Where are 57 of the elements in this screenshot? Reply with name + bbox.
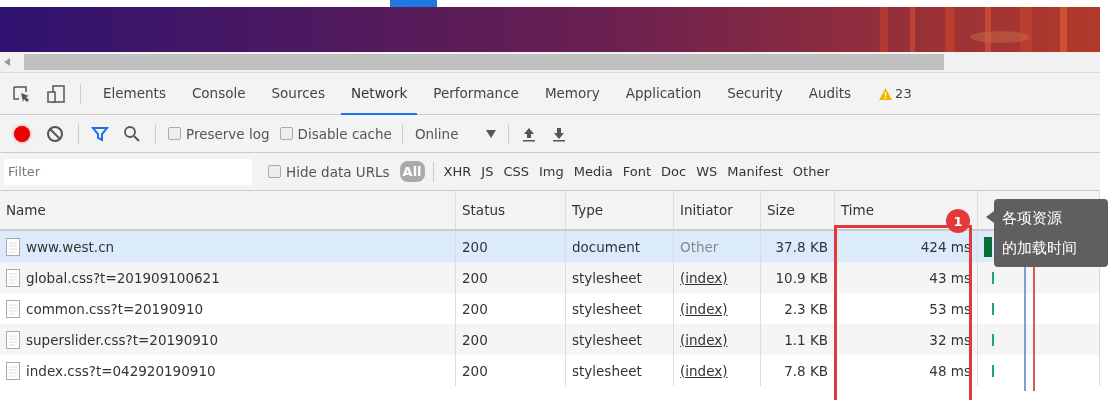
type-filter[interactable]: WS [692, 162, 722, 181]
status-code: 200 [462, 331, 488, 348]
type-filter[interactable]: XHR [439, 162, 476, 181]
devtools-tab[interactable]: Console [181, 72, 256, 115]
resource-size: 37.8 KB [775, 238, 828, 255]
status-code: 200 [462, 238, 488, 255]
devtools-tab[interactable]: Performance [423, 72, 529, 115]
request-name[interactable]: superslider.css?t=20190910 [26, 331, 218, 348]
initiator-link[interactable]: (index) [680, 331, 728, 348]
status-code: 200 [462, 269, 488, 286]
devtools-tab[interactable]: Application [615, 72, 712, 115]
filter-field[interactable]: Filter [4, 158, 252, 185]
hide-data-urls-checkbox[interactable]: Hide data URLs [268, 163, 390, 180]
request-name[interactable]: global.css?t=201909100621 [26, 269, 220, 286]
type-filter[interactable]: Font [618, 162, 656, 181]
type-filter[interactable]: JS [477, 162, 498, 181]
status-code: 200 [462, 362, 488, 379]
preserve-log-checkbox[interactable]: Preserve log [168, 125, 270, 142]
type-filter[interactable]: Img [535, 162, 568, 181]
initiator-link[interactable]: (index) [680, 300, 728, 317]
warning-count[interactable]: 23 [879, 86, 912, 101]
devtools-tab[interactable]: Security [717, 72, 793, 115]
initiator-link[interactable]: (index) [680, 269, 728, 286]
resource-type: document [572, 238, 641, 255]
devtools-tab[interactable]: Elements [93, 72, 176, 115]
resource-size: 10.9 KB [775, 269, 828, 286]
request-name[interactable]: common.css?t=20190910 [26, 300, 204, 317]
devtools-tab[interactable]: Memory [534, 72, 610, 115]
column-header[interactable]: Type [566, 191, 674, 229]
request-name[interactable]: www.west.cn [26, 238, 115, 255]
devtools-tab[interactable]: Sources [261, 72, 335, 115]
type-filter[interactable]: Other [788, 162, 834, 181]
throttling-dropdown[interactable]: Online [414, 125, 459, 142]
request-name[interactable]: index.css?t=042920190910 [26, 362, 216, 379]
resource-size: 7.8 KB [784, 362, 828, 379]
initiator-link[interactable]: (index) [680, 362, 728, 379]
devtools-tab[interactable]: Audits [798, 72, 862, 115]
resource-type: stylesheet [572, 269, 642, 286]
resource-type: stylesheet [572, 331, 642, 348]
resource-type: stylesheet [572, 300, 642, 317]
resource-size: 1.1 KB [784, 331, 828, 348]
type-filter[interactable]: Media [569, 162, 617, 181]
tooltip-text: 的加载时间 [1002, 238, 1078, 259]
column-header[interactable]: Name [0, 191, 456, 229]
disable-cache-checkbox[interactable]: Disable cache [279, 125, 392, 142]
warning-count-text: 23 [895, 86, 912, 101]
column-header[interactable]: Size [761, 191, 835, 229]
resource-size: 2.3 KB [784, 300, 828, 317]
type-filter[interactable]: Doc [657, 162, 691, 181]
tooltip-text: 各项资源 [1002, 208, 1063, 229]
type-filter[interactable]: CSS [499, 162, 533, 181]
status-code: 200 [462, 300, 488, 317]
type-filter[interactable]: Manifest [723, 162, 787, 181]
column-header[interactable]: Initiator [674, 191, 761, 229]
resource-type: stylesheet [572, 362, 642, 379]
initiator-text: Other [680, 238, 719, 255]
column-header[interactable]: Status [456, 191, 566, 229]
